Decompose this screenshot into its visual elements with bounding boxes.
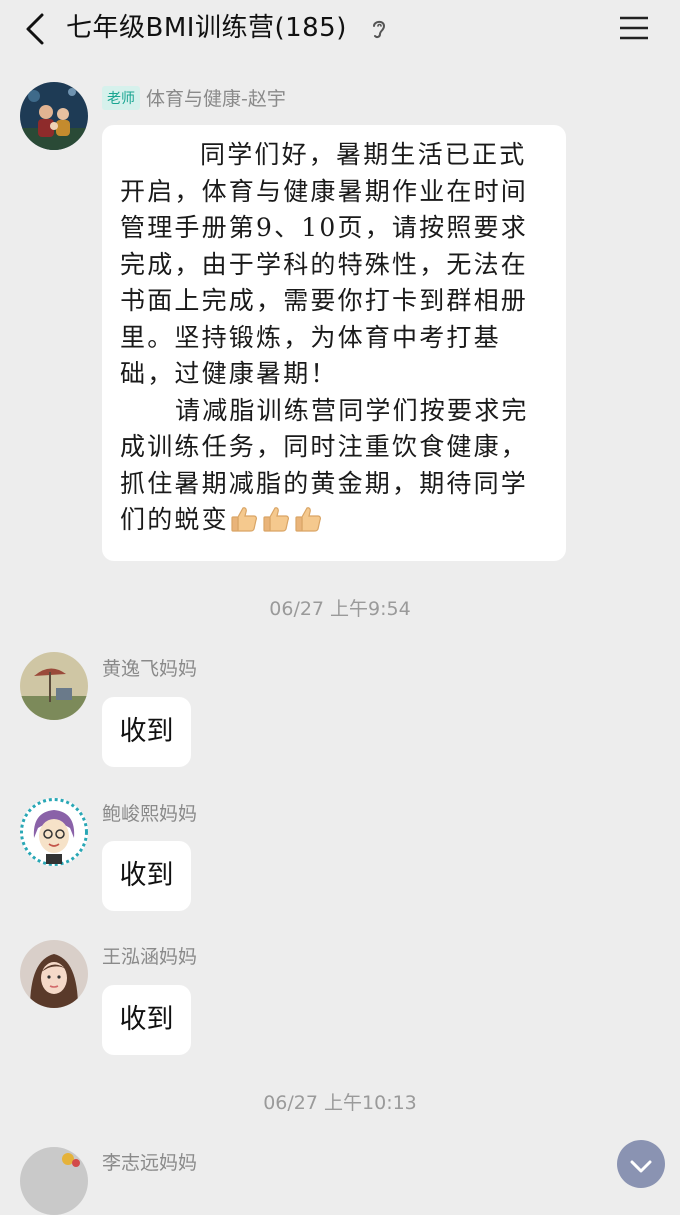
- back-arrow-icon[interactable]: [22, 12, 50, 46]
- sender-name-text: 体育与健康-赵宇: [146, 88, 286, 110]
- sender-name: 鲍峻熙妈妈: [102, 803, 198, 825]
- sender-name: 王泓涵妈妈: [102, 946, 198, 968]
- message-paragraph: 同学们好，暑期生活已正式开启，体育与健康暑期作业在时间管理手册第9、10页，请按…: [120, 140, 529, 388]
- message-bubble[interactable]: 收到: [102, 697, 191, 767]
- sender-name: 李志远妈妈: [102, 1152, 198, 1174]
- avatar-member[interactable]: [20, 940, 88, 1008]
- thumbs-up-emojis: [229, 505, 325, 534]
- avatar-member[interactable]: [20, 652, 88, 720]
- teacher-badge: 老师: [102, 86, 140, 110]
- group-title: 七年级BMI训练营(185): [66, 13, 347, 43]
- avatar-teacher[interactable]: [20, 82, 88, 150]
- message-bubble[interactable]: 收到: [102, 841, 191, 911]
- thumbs-up-icon: [295, 507, 321, 532]
- thumbs-up-icon: [263, 507, 289, 532]
- thumbs-up-icon: [231, 507, 257, 532]
- avatar-member[interactable]: [20, 1147, 88, 1215]
- sender-name: 黄逸飞妈妈: [102, 658, 198, 680]
- avatar-member[interactable]: [20, 798, 88, 866]
- menu-icon[interactable]: [618, 14, 650, 42]
- chevron-down-icon: [630, 1160, 652, 1173]
- timestamp: 06/27 上午10:13: [263, 1092, 417, 1114]
- scroll-to-bottom-button[interactable]: [617, 1140, 665, 1188]
- sender-name: 老师 体育与健康-赵宇: [102, 84, 286, 111]
- chat-header: 七年级BMI训练营(185): [0, 0, 680, 58]
- message-bubble-announcement[interactable]: 同学们好，暑期生活已正式开启，体育与健康暑期作业在时间管理手册第9、10页，请按…: [102, 125, 566, 561]
- ear-muted-icon: [373, 20, 386, 39]
- message-bubble[interactable]: 收到: [102, 985, 191, 1055]
- timestamp: 06/27 上午9:54: [269, 598, 411, 620]
